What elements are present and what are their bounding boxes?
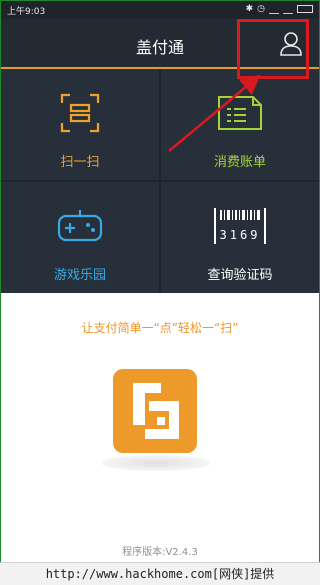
battery-icon: [297, 5, 313, 13]
menu-tile-games[interactable]: 游戏乐园: [1, 182, 159, 293]
watermark-bar: http://www.hackhome.com[网侠]提供: [0, 562, 320, 585]
barcode-code: 3169: [220, 228, 261, 242]
menu-label-scan: 扫一扫: [60, 155, 100, 170]
menu-grid: 扫一扫 消费账单 游戏乐园 3169 查询验证码: [1, 69, 319, 293]
logo-icon: [133, 383, 179, 439]
logo-shadow: [101, 455, 211, 471]
scan-icon: [1, 91, 159, 135]
main-content: 让支付简单一“点”轻松一“扫” 程序版本:V2.4.3: [1, 293, 319, 583]
menu-label-verify-code: 查询验证码: [207, 268, 273, 283]
annotation-highlight-box: [237, 19, 309, 79]
menu-tile-scan[interactable]: 扫一扫: [1, 69, 159, 180]
status-bar: 上午9:03 ✱ ◷: [1, 1, 319, 19]
status-icons: ✱ ◷: [246, 4, 313, 14]
slogan-text: 让支付简单一“点”轻松一“扫”: [81, 321, 239, 335]
status-time: 上午9:03: [7, 7, 46, 17]
bill-icon: [161, 91, 319, 135]
menu-label-bill: 消费账单: [213, 155, 266, 170]
app-logo: [113, 369, 197, 453]
version-text: 程序版本:V2.4.3: [122, 547, 198, 558]
gamepad-icon: [1, 204, 159, 248]
menu-label-games: 游戏乐园: [53, 268, 106, 283]
menu-tile-verify-code[interactable]: 3169 查询验证码: [161, 182, 319, 293]
barcode-icon: 3169: [161, 204, 319, 248]
app-screen: 上午9:03 ✱ ◷ 盖付通 扫一扫 消费账单 游戏乐园 3169 查询验证码 …: [0, 0, 320, 584]
wifi-icon: [269, 5, 279, 14]
bluetooth-icon: ✱: [245, 4, 254, 14]
signal-icon: [283, 5, 293, 14]
menu-tile-bill[interactable]: 消费账单: [161, 69, 319, 180]
alarm-icon: ◷: [257, 4, 265, 14]
